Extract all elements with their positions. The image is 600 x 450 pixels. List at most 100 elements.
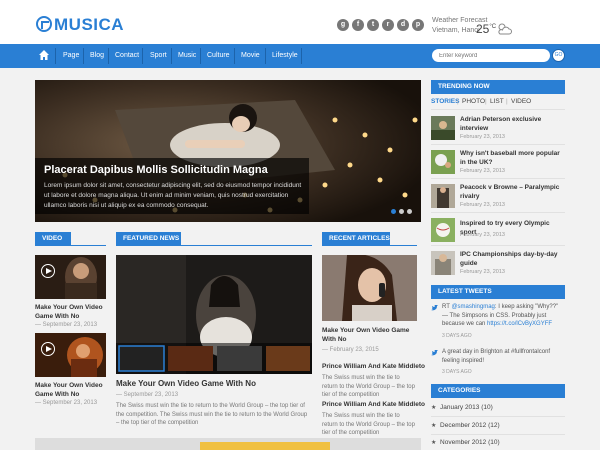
temp-value: 25 — [476, 22, 490, 36]
divider — [431, 144, 565, 145]
pinterest-icon[interactable]: p — [412, 19, 424, 31]
featured-thumb-strip — [116, 343, 312, 374]
tweets-heading: LATEST TWEETS — [431, 285, 565, 299]
search-input[interactable] — [432, 49, 550, 62]
star-icon: ★ — [431, 423, 437, 429]
category-name[interactable]: November 2012 — [440, 439, 486, 446]
star-icon: ★ — [431, 405, 437, 411]
trending-heading: TRENDING NOW — [431, 80, 565, 94]
nav-item-blog[interactable]: Blog — [90, 44, 104, 68]
banner-ad[interactable] — [200, 442, 330, 450]
nav-divider — [234, 48, 235, 64]
nav-item-contact[interactable]: Contact — [115, 44, 139, 68]
slider-dot[interactable] — [399, 209, 404, 214]
divider — [431, 416, 565, 417]
home-icon[interactable] — [38, 49, 50, 61]
recent-item-excerpt: The Swiss must win the tie to return to … — [322, 375, 415, 398]
partly-cloudy-icon — [498, 23, 512, 35]
featured-date: — September 23, 2013 — [116, 392, 179, 398]
nav-divider — [142, 48, 143, 64]
tweet-text: A great day in Brighton at #fullfrontalc… — [442, 349, 551, 364]
rss-icon[interactable]: r — [382, 19, 394, 31]
tab-video[interactable]: VIDEO — [511, 98, 531, 105]
divider — [431, 212, 565, 213]
tab-list[interactable]: LIST — [490, 98, 504, 105]
trending-date: February 23, 2013 — [460, 134, 505, 140]
slider-dot[interactable] — [407, 209, 412, 214]
nav-divider — [108, 48, 109, 64]
tab-photo[interactable]: PHOTO — [462, 98, 485, 105]
trending-thumbnail[interactable] — [431, 150, 455, 174]
play-icon[interactable] — [41, 264, 55, 278]
nav-item-sport[interactable]: Sport — [150, 44, 167, 68]
dribbble-icon[interactable]: d — [397, 19, 409, 31]
logo-icon[interactable] — [36, 16, 52, 32]
play-icon[interactable] — [41, 342, 55, 356]
trending-thumbnail[interactable] — [431, 184, 455, 208]
nav-item-music[interactable]: Music — [178, 44, 196, 68]
slider-excerpt: Lorem ipsum dolor sit amet, consectetur … — [44, 182, 302, 209]
trending-title[interactable]: IPC Championships day-by-day guide — [460, 251, 565, 268]
search-button[interactable]: GO — [552, 49, 565, 62]
divider — [431, 245, 565, 246]
tab-divider: | — [485, 98, 487, 105]
trending-thumbnail[interactable] — [431, 116, 455, 140]
category-name[interactable]: January 2013 — [440, 404, 479, 411]
video-heading: VIDEO — [35, 232, 71, 246]
tab-stories[interactable]: STORIES — [431, 98, 459, 105]
trending-date: February 23, 2013 — [460, 269, 505, 275]
nav-divider — [200, 48, 201, 64]
trending-thumbnail[interactable] — [431, 251, 455, 275]
recent-main-title[interactable]: Make Your Own Video Game With No — [322, 326, 417, 344]
nav-divider — [55, 48, 56, 64]
weather-temp: 25°C — [476, 22, 496, 36]
site-logo[interactable]: MUSICA — [54, 15, 124, 35]
facebook-icon[interactable]: f — [352, 19, 364, 31]
slider-dot-active[interactable] — [391, 209, 396, 214]
nav-divider — [83, 48, 84, 64]
trending-title[interactable]: Adrian Peterson exclusive interview — [460, 116, 565, 133]
nav-item-lifestyle[interactable]: Lifestyle — [272, 44, 298, 68]
video-title[interactable]: Make Your Own Video Game With No — [35, 303, 106, 321]
twitter-icon — [431, 350, 438, 356]
nav-item-movie[interactable]: Movie — [241, 44, 260, 68]
section-underline — [116, 245, 312, 246]
category-count: (12) — [488, 422, 500, 429]
recent-article-image[interactable] — [322, 255, 417, 321]
trending-title[interactable]: Peacock v Browne – Paralympic rivalry — [460, 184, 565, 201]
category-name[interactable]: December 2012 — [440, 422, 486, 429]
recent-item-title[interactable]: Prince William And Kate Middleto — [322, 362, 425, 371]
nav-divider — [265, 48, 266, 64]
section-underline — [322, 245, 417, 246]
tweet-handle-link[interactable]: @smashingmag — [451, 304, 494, 310]
section-underline — [35, 245, 106, 246]
featured-excerpt: The Swiss must win the tie to return to … — [116, 403, 308, 426]
tweet-url-link[interactable]: https://t.co/lCvByXGYFF — [487, 321, 552, 327]
nav-divider — [171, 48, 172, 64]
trending-thumbnail[interactable] — [431, 218, 455, 242]
category-item[interactable]: ★ January 2013 (10) — [431, 404, 493, 411]
video-title[interactable]: Make Your Own Video Game With No — [35, 381, 106, 399]
nav-item-page[interactable]: Page — [63, 44, 79, 68]
trending-date: February 23, 2013 — [460, 168, 505, 174]
google-plus-icon[interactable]: g — [337, 19, 349, 31]
tweet-time[interactable]: 3 DAYS AGO — [442, 333, 472, 339]
recent-item-excerpt: The Swiss must win the tie to return to … — [322, 413, 415, 436]
tab-divider: | — [457, 98, 459, 105]
slider-title[interactable]: Placerat Dapibus Mollis Sollicitudin Mag… — [44, 164, 268, 176]
trending-date: February 23, 2013 — [460, 232, 505, 238]
category-item[interactable]: ★ November 2012 (10) — [431, 439, 500, 446]
category-count: (10) — [481, 404, 493, 411]
nav-item-culture[interactable]: Culture — [207, 44, 230, 68]
trending-title[interactable]: Why isn't baseball more popular in the U… — [460, 150, 565, 167]
featured-title[interactable]: Make Your Own Video Game With No — [116, 379, 256, 388]
divider — [431, 109, 565, 110]
category-item[interactable]: ★ December 2012 (12) — [431, 422, 500, 429]
tab-divider: | — [506, 98, 508, 105]
twitter-icon[interactable]: t — [367, 19, 379, 31]
categories-heading: CATEGORIES — [431, 384, 565, 398]
weather-place: Vietnam, Hanoi — [432, 27, 480, 34]
tweet-time[interactable]: 3 DAYS AGO — [442, 369, 472, 375]
nav-divider — [301, 48, 302, 64]
recent-item-title[interactable]: Prince William And Kate Middleto — [322, 400, 425, 409]
